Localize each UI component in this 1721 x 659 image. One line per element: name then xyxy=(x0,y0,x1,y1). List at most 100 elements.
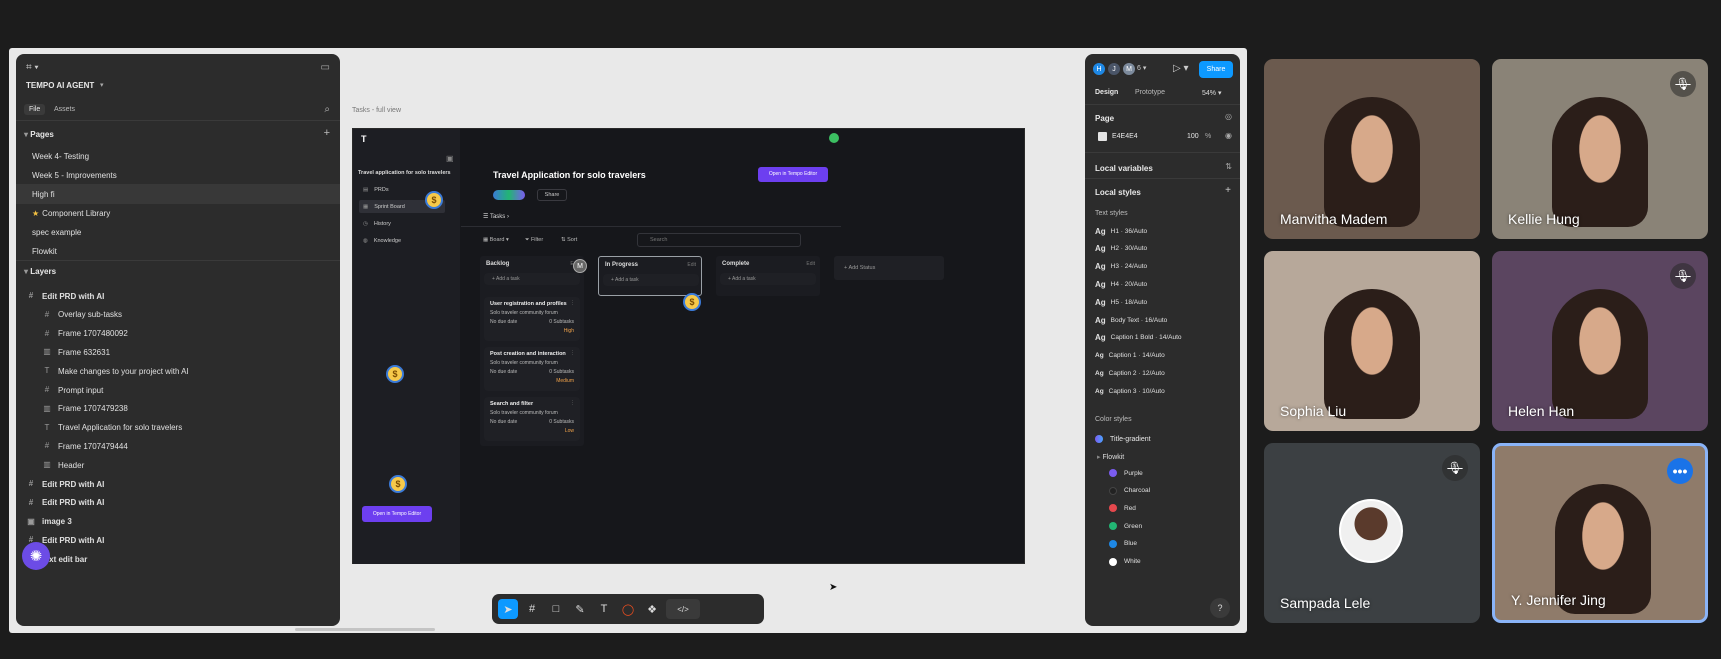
color-style-item[interactable]: Purple xyxy=(1085,466,1240,480)
collaborator-avatar[interactable]: H xyxy=(1092,62,1106,76)
task-card[interactable]: Post creation and interaction Solo travel… xyxy=(484,347,580,391)
page-item[interactable]: Flowkit xyxy=(16,241,340,261)
tasks-frame[interactable]: T ▣ Travel application for solo traveler… xyxy=(352,128,1025,564)
text-style-item[interactable]: Ag H1 · 36/Auto xyxy=(1085,224,1240,238)
tab-design[interactable]: Design xyxy=(1095,89,1118,96)
layer-item[interactable]: # Overlay sub-tasks xyxy=(16,305,340,325)
page-item[interactable]: spec example xyxy=(16,222,340,242)
help-button[interactable]: ? xyxy=(1210,598,1230,618)
horizontal-scrollbar[interactable] xyxy=(295,628,435,631)
task-card[interactable]: Search and filter Solo traveler community… xyxy=(484,397,580,441)
text-style-item[interactable]: Ag Body Text · 16/Auto xyxy=(1085,313,1240,327)
task-menu-icon[interactable]: ⋮ xyxy=(570,350,575,356)
page-item[interactable]: Week 4- Testing xyxy=(16,146,340,166)
tasks-breadcrumb[interactable]: ☰ Tasks › xyxy=(483,213,509,220)
page-item[interactable]: ★ Component Library xyxy=(16,203,340,223)
page-color-swatch[interactable] xyxy=(1098,132,1107,141)
collaborator-avatars[interactable]: HJM xyxy=(1092,62,1137,76)
layer-item[interactable]: ▥ Header xyxy=(16,455,340,475)
add-task-button[interactable]: + Add a task xyxy=(720,273,816,285)
sort-button[interactable]: ⇅ Sort xyxy=(561,237,577,243)
share-button[interactable]: Share xyxy=(1199,61,1233,78)
layer-item[interactable]: # Frame 1707479444 xyxy=(16,436,340,456)
participant-tile[interactable]: Sampada Lele 🎙 xyxy=(1264,443,1480,623)
sidebar-toggle-icon[interactable]: ▭ xyxy=(321,62,330,73)
local-variables-label[interactable]: Local variables xyxy=(1095,164,1153,173)
task-menu-icon[interactable]: ⋮ xyxy=(570,300,575,306)
layer-item[interactable]: # Prompt input xyxy=(16,380,340,400)
open-tempo-button-sidebar[interactable]: Open in Tempo Editor xyxy=(362,506,432,522)
page-item[interactable]: Week 5 - Improvements xyxy=(16,165,340,185)
comment-tool-icon[interactable]: ◯ xyxy=(618,599,638,619)
flowkit-group[interactable]: ▸ Flowkit xyxy=(1097,453,1124,461)
chevron-down-icon[interactable]: ▾ xyxy=(100,81,104,89)
participant-tile[interactable]: Kellie Hung 🎙 xyxy=(1492,59,1708,239)
text-style-item[interactable]: Ag Caption 1 Bold · 14/Auto xyxy=(1085,331,1240,345)
app-share-button[interactable]: Share xyxy=(537,189,567,201)
color-style-item[interactable]: Green xyxy=(1085,519,1240,533)
layer-item[interactable]: T Make changes to your project with AI xyxy=(16,361,340,381)
frame-tool-icon[interactable]: # xyxy=(522,599,542,619)
open-tempo-button[interactable]: Open in Tempo Editor xyxy=(758,167,828,182)
layer-item[interactable]: ▣ image 3 xyxy=(16,512,340,532)
layer-item[interactable]: # Edit PRD with AI xyxy=(16,286,340,306)
layer-item[interactable]: # Frame 1707480092 xyxy=(16,324,340,344)
tab-file[interactable]: File xyxy=(24,104,46,115)
eye-icon[interactable]: ◉ xyxy=(1225,131,1232,140)
layer-item[interactable]: ▥ Frame 632631 xyxy=(16,342,340,362)
add-page-icon[interactable]: + xyxy=(324,127,330,139)
board-view-button[interactable]: ▦ Board ▾ xyxy=(483,237,509,243)
text-style-item[interactable]: Ag H5 · 18/Auto xyxy=(1085,295,1240,309)
components-tool-icon[interactable]: ❖ xyxy=(642,599,662,619)
column-edit-icon[interactable]: Edit xyxy=(806,261,815,267)
text-style-item[interactable]: Ag H4 · 20/Auto xyxy=(1085,277,1240,291)
add-task-button[interactable]: + Add a task xyxy=(603,274,699,286)
page-visibility-icon[interactable]: ◎ xyxy=(1225,112,1232,121)
tab-prototype[interactable]: Prototype xyxy=(1135,89,1165,96)
layer-item[interactable]: T Travel Application for solo travelers xyxy=(16,418,340,438)
add-task-button[interactable]: + Add a task xyxy=(484,273,580,285)
text-style-item[interactable]: Ag H2 · 30/Auto xyxy=(1085,242,1240,256)
text-tool-icon[interactable]: T xyxy=(594,599,614,619)
app-nav-item[interactable]: ◍ Knowledge xyxy=(359,234,445,247)
task-search-input[interactable]: Search xyxy=(637,233,801,247)
color-style-item[interactable]: Charcoal xyxy=(1085,484,1240,498)
text-style-item[interactable]: Ag Caption 3 · 10/Auto xyxy=(1085,384,1240,398)
task-menu-icon[interactable]: ⋮ xyxy=(570,400,575,406)
figma-menu-icon[interactable]: ⌗ ▾ xyxy=(26,62,39,73)
more-options-icon[interactable]: ••• xyxy=(1667,458,1693,484)
plugin-fab-icon[interactable]: ✺ xyxy=(22,542,50,570)
page-color-hex[interactable]: E4E4E4 xyxy=(1112,133,1138,140)
add-status-button[interactable]: + Add Status xyxy=(834,256,944,280)
text-style-item[interactable]: Ag Caption 1 · 14/Auto xyxy=(1085,349,1240,363)
search-icon[interactable]: ⌕ xyxy=(324,104,330,115)
participant-tile[interactable]: Manvitha Madem xyxy=(1264,59,1480,239)
page-item[interactable]: High fi xyxy=(16,184,340,204)
collaborator-avatar[interactable]: M xyxy=(1122,62,1136,76)
add-style-icon[interactable]: + xyxy=(1225,185,1231,196)
tab-assets[interactable]: Assets xyxy=(54,106,75,113)
layer-item[interactable]: # Edit PRD with AI xyxy=(16,493,340,513)
task-card[interactable]: User registration and profiles Solo trave… xyxy=(484,297,580,341)
color-style-item[interactable]: Red xyxy=(1085,501,1240,515)
move-tool-icon[interactable]: ➤ xyxy=(498,599,518,619)
text-style-item[interactable]: Ag Caption 2 · 12/Auto xyxy=(1085,366,1240,380)
layer-item[interactable]: # Edit PRD with AI xyxy=(16,474,340,494)
color-style-item[interactable]: White xyxy=(1085,555,1240,569)
layers-header[interactable]: ▾ Layers xyxy=(24,267,56,276)
column-edit-icon[interactable]: Edit xyxy=(687,262,696,268)
collaborator-avatar[interactable]: J xyxy=(1107,62,1121,76)
color-style-item[interactable]: Blue xyxy=(1085,537,1240,551)
shape-tool-icon[interactable]: □ xyxy=(546,599,566,619)
pen-tool-icon[interactable]: ✎ xyxy=(570,599,590,619)
text-style-item[interactable]: Ag H3 · 24/Auto xyxy=(1085,260,1240,274)
layer-item[interactable]: ▥ Frame 1707479238 xyxy=(16,399,340,419)
variables-icon[interactable]: ⇅ xyxy=(1225,162,1232,171)
pages-header[interactable]: ▾ Pages xyxy=(24,130,54,139)
dev-mode-toggle[interactable]: </> xyxy=(666,599,700,619)
participant-tile[interactable]: Helen Han 🎙 xyxy=(1492,251,1708,431)
avatar-count[interactable]: 6 ▾ xyxy=(1137,64,1146,72)
zoom-level[interactable]: 54% ▾ xyxy=(1202,89,1221,97)
page-opacity[interactable]: 100 xyxy=(1187,133,1199,140)
project-name[interactable]: TEMPO AI AGENT xyxy=(26,81,94,90)
